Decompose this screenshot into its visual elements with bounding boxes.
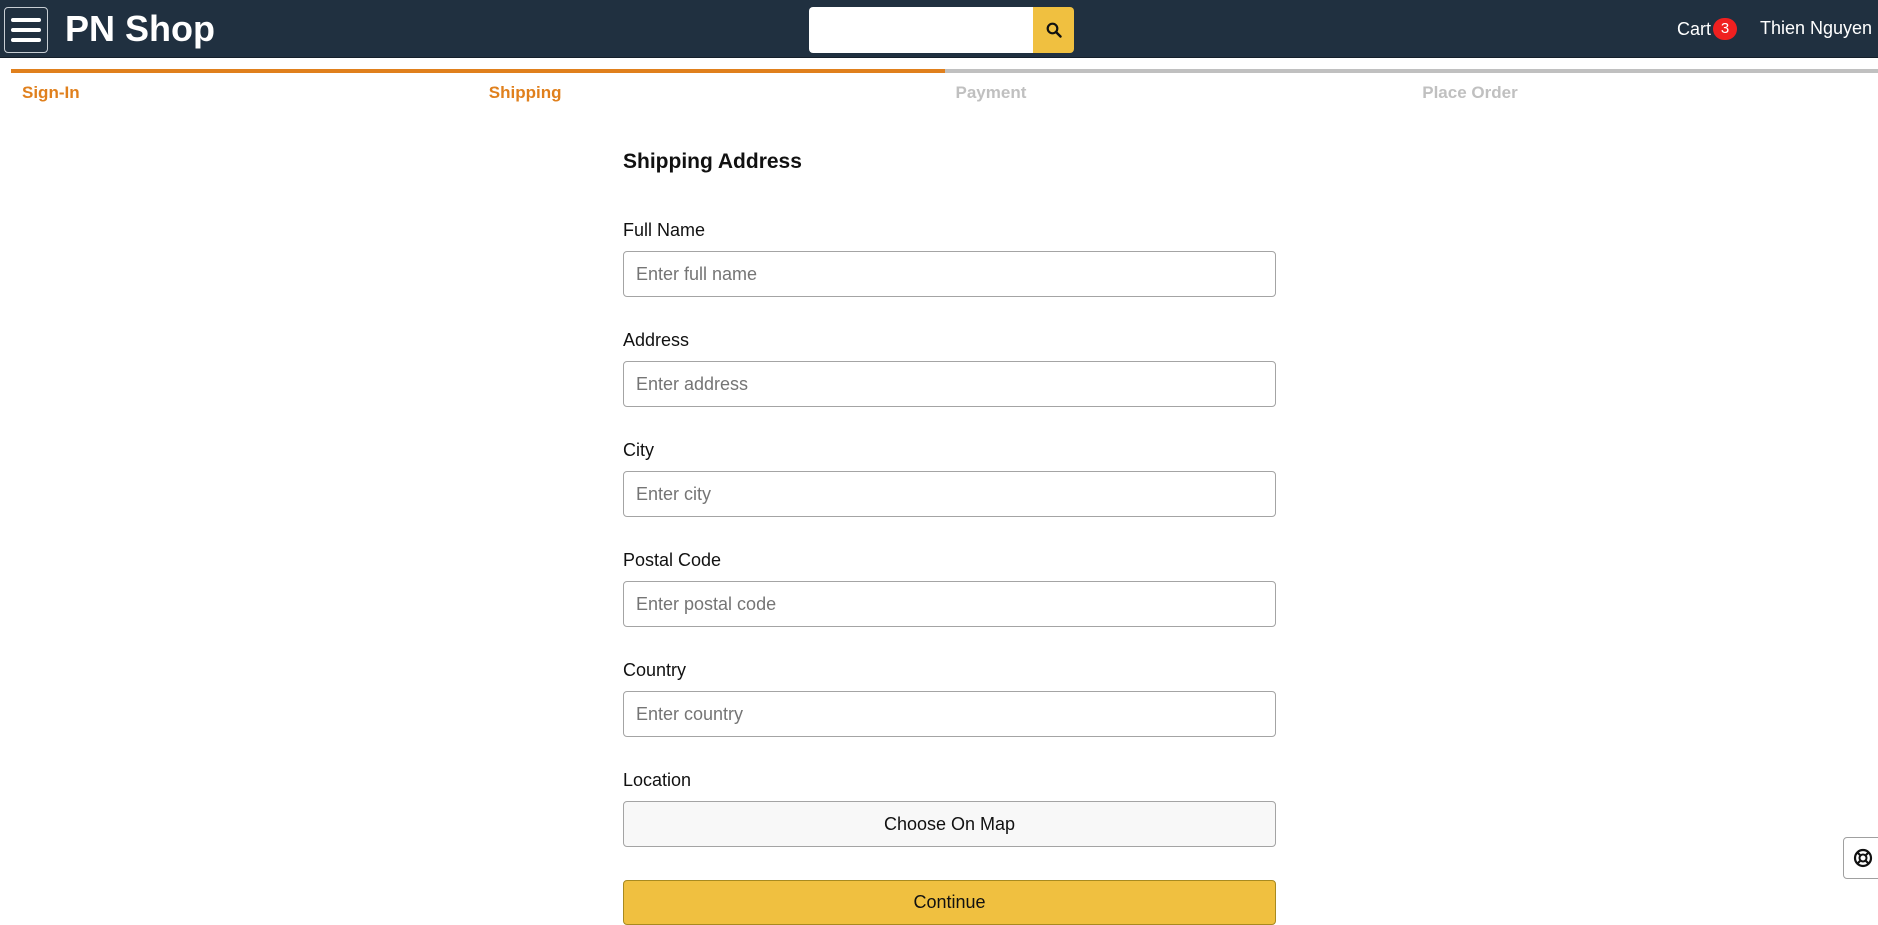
page-title: Shipping Address (623, 150, 802, 173)
search-button[interactable] (1033, 7, 1074, 53)
search-bar (809, 7, 1074, 53)
city-input[interactable] (623, 471, 1276, 517)
step-sign-in: Sign-In (11, 69, 478, 109)
search-input[interactable] (809, 7, 1033, 53)
postal-code-label: Postal Code (623, 550, 722, 570)
help-button[interactable] (1843, 837, 1878, 879)
cart-label: Cart (1677, 18, 1712, 39)
shipping-address-form: Shipping Address Full Name Address City … (623, 150, 1276, 925)
choose-on-map-button[interactable]: Choose On Map (623, 801, 1276, 847)
full-name-input[interactable] (623, 251, 1276, 297)
address-input[interactable] (623, 361, 1276, 407)
lifebuoy-icon (1853, 848, 1873, 868)
cart-count-badge: 3 (1713, 18, 1738, 40)
step-shipping: Shipping (477, 69, 945, 109)
hamburger-menu-icon (11, 18, 41, 22)
step-payment: Payment (944, 69, 1412, 109)
step-place-order: Place Order (1411, 69, 1878, 109)
location-label: Location (623, 770, 692, 790)
postal-code-input[interactable] (623, 581, 1276, 627)
full-name-label: Full Name (623, 220, 706, 240)
country-label: Country (623, 660, 687, 680)
continue-button[interactable]: Continue (623, 880, 1276, 925)
checkout-steps: Sign-In Shipping Payment Place Order (11, 69, 1878, 109)
top-navbar: PN Shop Cart 3 Thien Nguyen (0, 0, 1878, 58)
menu-button[interactable] (4, 7, 48, 53)
country-input[interactable] (623, 691, 1276, 737)
hamburger-menu-icon (11, 28, 41, 32)
user-menu-link[interactable]: Thien Nguyen (1760, 18, 1872, 39)
city-label: City (623, 440, 654, 460)
cart-link[interactable]: Cart 3 (1677, 18, 1738, 40)
address-label: Address (623, 330, 690, 350)
hamburger-menu-icon (11, 38, 41, 42)
search-icon (1046, 22, 1062, 38)
brand-logo-link[interactable]: PN Shop (65, 8, 215, 50)
